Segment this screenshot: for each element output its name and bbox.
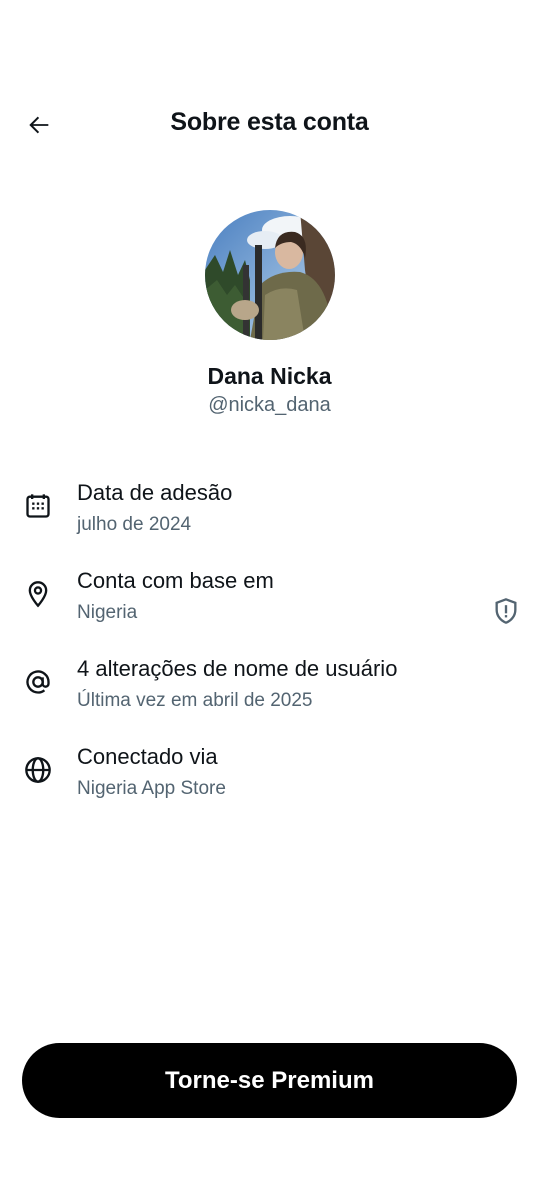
info-title: 4 alterações de nome de usuário xyxy=(77,656,398,681)
profile-photo xyxy=(205,210,335,340)
become-premium-button[interactable]: Torne-se Premium xyxy=(22,1043,517,1118)
location-pin-icon xyxy=(22,578,54,610)
profile-name: Dana Nicka xyxy=(207,363,332,389)
info-title: Data de adesão xyxy=(77,480,233,505)
info-item-join-date: Data de adesão julho de 2024 xyxy=(0,470,539,550)
info-title: Conectado via xyxy=(77,744,218,769)
avatar[interactable] xyxy=(205,210,335,340)
info-value: julho de 2024 xyxy=(77,514,192,535)
info-value: Última vez em abril de 2025 xyxy=(77,690,313,711)
info-value: Nigeria xyxy=(77,602,138,623)
at-sign-icon xyxy=(22,666,54,698)
info-title: Conta com base em xyxy=(77,568,274,593)
shield-alert-icon[interactable] xyxy=(491,596,521,626)
info-item-location: Conta com base em Nigeria xyxy=(0,558,539,638)
info-value: Nigeria App Store xyxy=(77,778,226,799)
page-title: Sobre esta conta xyxy=(170,108,369,136)
top-bar: Sobre esta conta xyxy=(0,96,539,152)
info-item-username-changes: 4 alterações de nome de usuário Última v… xyxy=(0,646,539,726)
calendar-icon xyxy=(22,490,54,522)
globe-icon xyxy=(22,754,54,786)
profile-handle: @nicka_dana xyxy=(208,394,331,416)
info-item-connected-via: Conectado via Nigeria App Store xyxy=(0,734,539,814)
